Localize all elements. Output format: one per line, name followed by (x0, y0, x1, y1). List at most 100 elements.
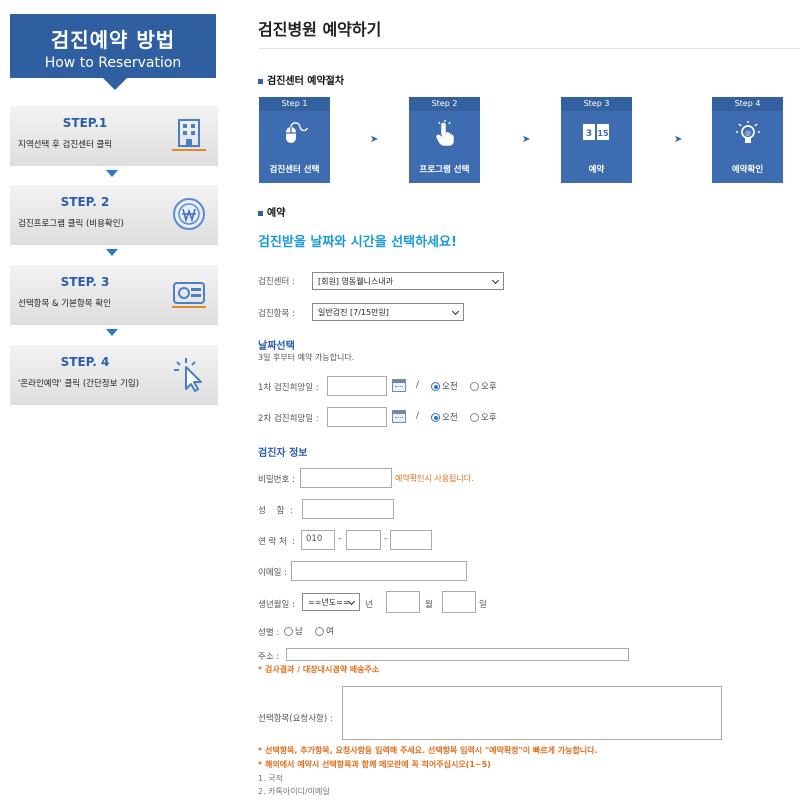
request-note-2: * 해외에서 예약시 선택항목과 함께 메모란에 꼭 적어주십시오(1~5) (258, 760, 491, 769)
svg-text:@: @ (745, 130, 751, 137)
calendar-icon[interactable] (392, 410, 406, 423)
process-step-label: 프로그램 선택 (419, 165, 470, 175)
won-coin-icon (173, 198, 205, 230)
calendar-icon[interactable] (392, 379, 406, 392)
date2-am-radio[interactable] (431, 413, 440, 422)
guide-step-3: STEP. 3 선택항목 & 기본항목 확인 (10, 265, 218, 325)
patient-heading: 검진자 정보 (258, 448, 308, 459)
name-label: 성 함 : (258, 506, 293, 516)
date2-input[interactable] (327, 407, 387, 427)
phone-middle-input[interactable] (346, 530, 381, 550)
hand-pointer-icon (436, 120, 454, 146)
step-down-arrow (106, 329, 118, 336)
process-step-number: Step 1 (259, 97, 330, 111)
guide-step-4: STEP. 4 '온라인예약' 클릭 (간단정보 기입) (10, 345, 218, 405)
separator: / (416, 380, 420, 390)
medical-scanner-icon (172, 282, 206, 308)
item-label: 검진항목 : (258, 309, 295, 319)
separator: / (416, 411, 420, 421)
process-step-3: Step 3 3 15 예약 (561, 97, 632, 183)
process-arrow: ➤ (370, 134, 379, 145)
cursor-click-icon (174, 358, 202, 392)
process-step-4: Step 4 @ 예약확인 (712, 97, 783, 183)
request-textarea[interactable] (342, 686, 722, 740)
process-step-label: 검진센터 선택 (269, 165, 320, 175)
date2-pm-radio[interactable] (470, 413, 479, 422)
address-label: 주소 : (258, 652, 280, 662)
svg-text:15: 15 (597, 129, 609, 138)
dash: - (338, 534, 342, 544)
guide-step-desc: '온라인예약' 클릭 (간단정보 기입) (18, 379, 140, 389)
address-note: * 검사결과 / 대장내시경약 배송주소 (258, 665, 380, 674)
birth-day-input[interactable] (442, 591, 476, 613)
guide-step-desc: 검진프로그램 클릭 (비용확인) (18, 219, 124, 229)
date1-am-radio[interactable] (431, 382, 440, 391)
chevron-down-icon (491, 276, 500, 285)
gender-female-radio[interactable] (315, 627, 324, 636)
guide-step-title: STEP. 3 (60, 275, 110, 289)
process-arrow: ➤ (522, 134, 531, 145)
guide-title: 검진예약 방법 (50, 28, 176, 52)
birth-month-input[interactable] (386, 591, 420, 613)
divider (258, 48, 800, 49)
request-note-1: * 선택항목, 추가항목, 요청사항등 입력해 주세요. 선택항목 입력시 "예… (258, 746, 598, 755)
bullet-square (258, 78, 263, 84)
request-label: 선택항목(요청사항) : (258, 714, 333, 724)
date1-label: 1차 검진희망일 : (258, 383, 319, 393)
phone-label: 연 락 처 : (258, 537, 296, 547)
reservation-headline: 검진받을 날짜와 시간을 선택하세요! (258, 235, 457, 250)
phone-last-input[interactable] (390, 530, 432, 550)
process-step-number: Step 2 (409, 97, 480, 111)
password-note: 예약확인시 사용됩니다. (395, 474, 474, 483)
guide-step-desc: 선택항목 & 기본항목 확인 (18, 299, 111, 309)
email-input[interactable] (291, 561, 467, 581)
process-step-number: Step 3 (561, 97, 632, 111)
birth-year-select[interactable]: ==년도== (302, 593, 360, 611)
chevron-down-icon (451, 307, 460, 316)
reservation-guide-banner: 검진예약 방법 How to Reservation (10, 14, 216, 90)
step-down-arrow (106, 170, 118, 177)
step-down-arrow (106, 249, 118, 256)
process-step-label: 예약 (588, 165, 605, 175)
date1-input[interactable] (327, 376, 387, 396)
birth-label: 생년월일 : (258, 600, 295, 610)
password-label: 비밀번호 : (258, 475, 295, 485)
year-unit: 년 (365, 600, 373, 610)
guide-step-title: STEP. 4 (60, 355, 110, 369)
name-input[interactable] (302, 499, 394, 519)
center-label: 검진센터 : (258, 277, 295, 287)
sidebar: 검진예약 방법 How to Reservation STEP.1 지역선택 후… (0, 0, 220, 802)
note-list-item: 1. 국적 (258, 774, 283, 783)
item-select[interactable]: 일반검진 [7/15만원] (312, 303, 464, 321)
date-heading: 날짜선택 (258, 341, 295, 352)
process-step-2: Step 2 프로그램 선택 (409, 97, 480, 183)
am-label: 오전 (442, 382, 458, 392)
male-label: 남 (295, 627, 303, 637)
lightbulb-icon: @ (736, 121, 760, 143)
process-step-1: Step 1 검진센터 선택 (259, 97, 330, 183)
am-label: 오전 (442, 413, 458, 423)
svg-text:3: 3 (586, 129, 592, 139)
calendar-3-15-icon: 3 15 (583, 124, 609, 140)
note-list-item: 2. 카톡아이디/이메일 (258, 787, 330, 796)
address-input[interactable] (286, 648, 629, 661)
password-input[interactable] (300, 468, 392, 488)
gender-label: 성별 : (258, 628, 280, 638)
date1-pm-radio[interactable] (470, 382, 479, 391)
bullet-square (258, 210, 263, 216)
page-title: 검진병원 예약하기 (258, 20, 382, 39)
guide-step-title: STEP. 2 (60, 195, 110, 209)
date2-label: 2차 검진희망일 : (258, 414, 319, 424)
guide-step-1: STEP.1 지역선택 후 검진센터 클릭 (10, 106, 218, 166)
email-label: 이메일 : (258, 568, 288, 578)
gender-male-radio[interactable] (284, 627, 293, 636)
guide-step-2: STEP. 2 검진프로그램 클릭 (비용확인) (10, 185, 218, 245)
reservation-heading: 예약 (258, 204, 285, 219)
process-heading: 검진센터 예약절차 (258, 72, 344, 87)
female-label: 여 (326, 627, 334, 637)
guide-step-title: STEP.1 (62, 116, 108, 130)
phone-prefix-input[interactable]: 010 (301, 530, 335, 550)
pm-label: 오후 (481, 413, 497, 423)
process-arrow: ➤ (674, 134, 683, 145)
center-select[interactable]: [회원] 영동웰니스내과 (312, 272, 504, 290)
